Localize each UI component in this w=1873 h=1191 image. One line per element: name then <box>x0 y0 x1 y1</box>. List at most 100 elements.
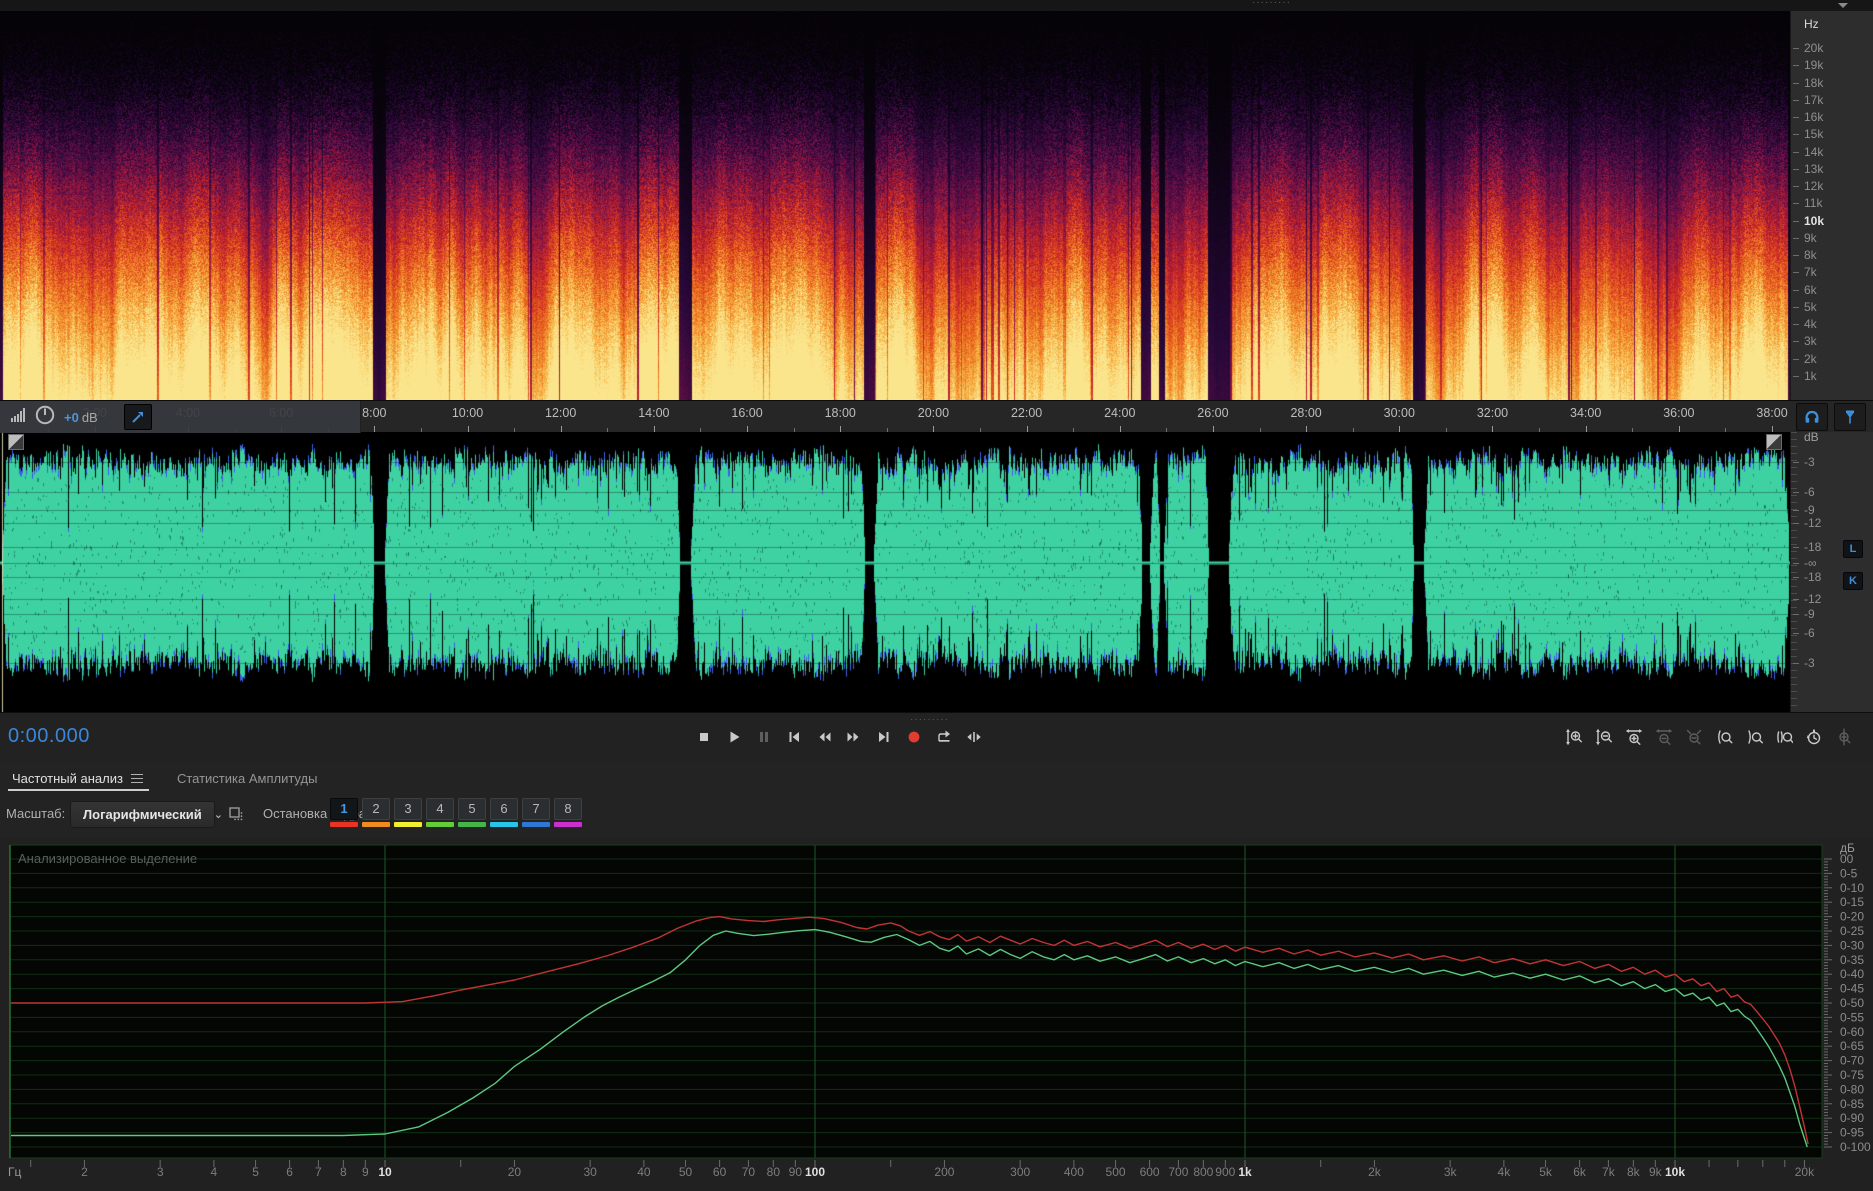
panel-menu-icon[interactable] <box>130 771 143 786</box>
svg-text:100: 100 <box>805 1165 825 1179</box>
zoom-reset-button[interactable] <box>1684 726 1704 748</box>
frame-hold-button-8[interactable]: 8 <box>554 798 582 827</box>
frame-hold-button-5[interactable]: 5 <box>458 798 486 827</box>
frame-hold-button-6[interactable]: 6 <box>490 798 518 827</box>
frequency-tick-label: 15k <box>1792 127 1824 142</box>
pause-button[interactable] <box>754 726 774 748</box>
frame-hold-color-strip <box>554 822 582 827</box>
frequency-tick-label: 20k <box>1792 41 1824 55</box>
frame-hold-button-label: 2 <box>362 798 390 820</box>
zoom-in-horizontal-button[interactable] <box>1624 726 1644 748</box>
stop-button[interactable] <box>694 726 714 748</box>
svg-text:Гц: Гц <box>8 1165 21 1179</box>
skip-to-end-button[interactable] <box>874 726 894 748</box>
svg-text:0-10: 0-10 <box>1840 881 1864 895</box>
zoom-out-horizontal-button[interactable] <box>1654 726 1674 748</box>
transport-drag-handle[interactable]: ········· <box>910 714 949 725</box>
svg-text:90: 90 <box>789 1165 803 1179</box>
tab-frequency-analysis[interactable]: Частотный анализ <box>8 765 149 792</box>
frame-hold-button-label: 3 <box>394 798 422 820</box>
timeline-ruler[interactable]: 2:004:006:008:0010:0012:0014:0016:0018:0… <box>0 400 1873 434</box>
timeline-label: 16:00 <box>731 406 763 420</box>
svg-text:0-85: 0-85 <box>1840 1097 1864 1111</box>
tab-frequency-analysis-label: Частотный анализ <box>12 771 123 786</box>
spectral-display-panel: Hz 20k 19k 18k 17k 16k 15k 14k 13k 12k 11k 10k 9k 8k 7… <box>0 11 1873 400</box>
channel-badge-k[interactable]: K <box>1843 572 1863 590</box>
amplitude-scale[interactable]: dB -3 -6 -9 -12 -18 -∞ -18 -12 -9 -6 -3 L K <box>1790 430 1873 712</box>
zoom-out-vertical-button[interactable] <box>1594 726 1614 748</box>
timeline-label: 18:00 <box>824 406 856 420</box>
frame-hold-color-strip <box>426 822 454 827</box>
timeline-label: 36:00 <box>1663 406 1695 420</box>
play-button[interactable] <box>724 726 744 748</box>
frequency-tick-label: 6k <box>1793 282 1817 297</box>
chevron-down-icon: ⌄ <box>213 809 223 821</box>
frame-hold-button-3[interactable]: 3 <box>394 798 422 827</box>
svg-text:30: 30 <box>583 1165 597 1179</box>
headphones-monitor-button[interactable] <box>1796 403 1828 431</box>
svg-text:00: 00 <box>1840 852 1854 866</box>
pin-tool-button[interactable] <box>123 404 152 430</box>
svg-text:80: 80 <box>767 1165 781 1179</box>
pin-marker-button[interactable] <box>1834 403 1866 431</box>
copy-data-button[interactable] <box>225 803 247 825</box>
svg-text:200: 200 <box>934 1165 954 1179</box>
playhead-time-display[interactable]: 0:00.000 <box>8 725 90 748</box>
zoom-in-at-out-point-button[interactable] <box>1744 726 1764 748</box>
timeline-label: 22:00 <box>1010 406 1043 420</box>
frequency-tick-label: 14k <box>1792 144 1824 159</box>
timeline-label: 8:00 <box>362 406 387 420</box>
frame-hold-button-4[interactable]: 4 <box>426 798 454 827</box>
restore-zoom-button[interactable] <box>1804 726 1824 748</box>
svg-text:0-80: 0-80 <box>1840 1082 1864 1096</box>
spectrogram-canvas[interactable] <box>0 11 1790 400</box>
fade-out-handle[interactable] <box>1766 434 1782 450</box>
zoom-in-vertical-button[interactable] <box>1564 726 1584 748</box>
rewind-button[interactable] <box>814 726 834 748</box>
loop-playback-button[interactable] <box>934 726 954 748</box>
svg-text:0-70: 0-70 <box>1840 1054 1864 1068</box>
gain-value[interactable]: +0 <box>64 410 79 425</box>
svg-text:70: 70 <box>742 1165 756 1179</box>
zoom-to-selection-button[interactable] <box>1774 726 1794 748</box>
transport-buttons <box>694 726 984 748</box>
skip-to-start-button[interactable] <box>784 726 804 748</box>
zoom-in-at-in-point-button[interactable] <box>1714 726 1734 748</box>
frequency-tick-label: 10k <box>1792 213 1825 228</box>
audition-window: ········· Hz 20k 19k 18k 17k 16k 15k 14k 13k 12k 1… <box>0 0 1873 1191</box>
frequency-tick-label: 8k <box>1793 248 1817 263</box>
tab-amplitude-statistics[interactable]: Статистика Амплитуды <box>177 765 317 792</box>
svg-text:700: 700 <box>1168 1165 1188 1179</box>
svg-text:900: 900 <box>1215 1165 1235 1179</box>
timeline-label: 20:00 <box>917 406 950 420</box>
svg-text:8k: 8k <box>1627 1165 1641 1179</box>
svg-text:3k: 3k <box>1444 1165 1458 1179</box>
frequency-tick-label: 1k <box>1793 368 1817 383</box>
frequency-scale[interactable]: Hz 20k 19k 18k 17k 16k 15k 14k 13k 12k 11k 10k 9k 8k 7… <box>1790 11 1873 400</box>
channel-badge-l[interactable]: L <box>1843 540 1863 558</box>
frame-hold-button-7[interactable]: 7 <box>522 798 550 827</box>
frame-hold-color-strip <box>458 822 486 827</box>
panel-drag-handle[interactable]: ········· <box>1252 0 1291 8</box>
waveform-canvas[interactable] <box>0 432 1790 712</box>
svg-text:5k: 5k <box>1539 1165 1553 1179</box>
frame-hold-button-1[interactable]: 1 <box>330 798 358 827</box>
scale-dropdown-value: Логарифмический <box>83 807 202 822</box>
scale-dropdown[interactable]: Логарифмический ⌄ <box>70 801 223 828</box>
amplitude-tick-label: -12 <box>1792 516 1822 530</box>
frequency-tick-label: 12k <box>1792 179 1824 194</box>
panel-menu-icon[interactable] <box>1838 3 1848 8</box>
svg-text:20k: 20k <box>1795 1165 1815 1179</box>
clock-icon <box>34 404 56 431</box>
svg-text:4k: 4k <box>1498 1165 1512 1179</box>
fade-in-handle[interactable] <box>8 434 24 450</box>
frame-hold-button-2[interactable]: 2 <box>362 798 390 827</box>
scale-label: Масштаб: <box>6 806 66 821</box>
svg-text:2k: 2k <box>1368 1165 1382 1179</box>
record-button[interactable] <box>904 726 924 748</box>
zoom-at-playhead-button[interactable] <box>1834 726 1854 748</box>
skip-selection-button[interactable] <box>964 726 984 748</box>
svg-text:9k: 9k <box>1649 1165 1663 1179</box>
fast-forward-button[interactable] <box>844 726 864 748</box>
tab-amplitude-statistics-label: Статистика Амплитуды <box>176 771 318 786</box>
